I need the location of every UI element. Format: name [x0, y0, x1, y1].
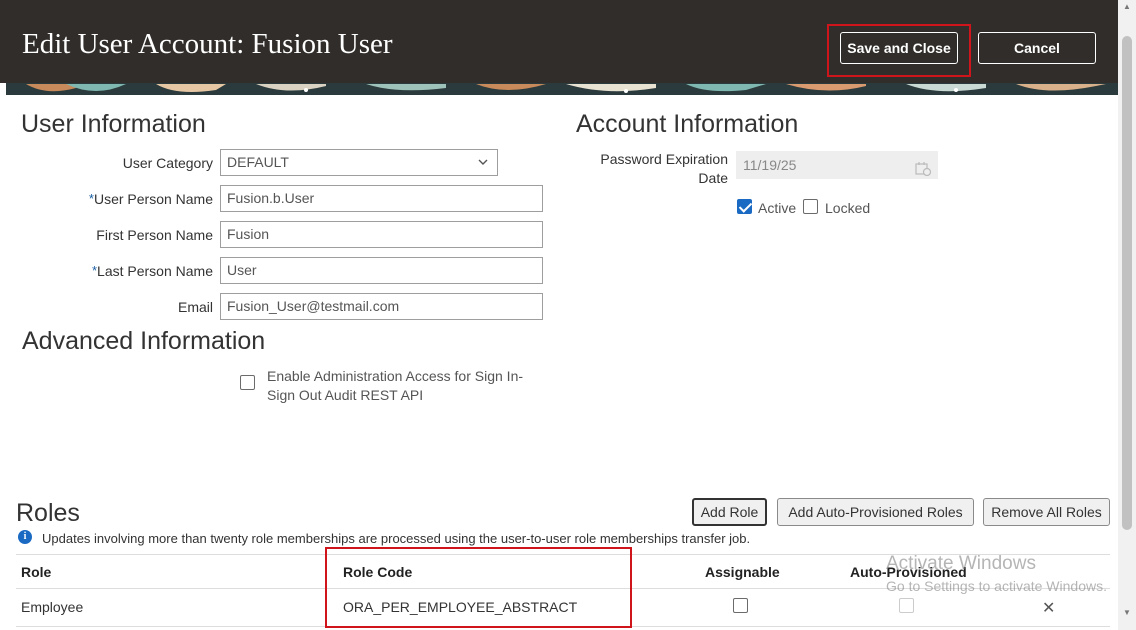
table-bottom-divider	[16, 626, 1110, 627]
scroll-up-arrow[interactable]: ▲	[1122, 2, 1132, 11]
column-header-assignable[interactable]: Assignable	[705, 564, 780, 580]
activate-windows-title: Activate Windows	[886, 553, 1036, 574]
scroll-down-arrow[interactable]: ▼	[1122, 608, 1132, 617]
account-information-heading: Account Information	[576, 110, 799, 138]
calendar-icon	[915, 158, 932, 177]
password-expiration-value: 11/19/25	[743, 157, 797, 173]
password-expiration-date-field: 11/19/25	[736, 151, 938, 179]
user-category-value: DEFAULT	[227, 154, 289, 170]
role-code-cell: ORA_PER_EMPLOYEE_ABSTRACT	[343, 599, 578, 615]
user-person-name-input[interactable]: Fusion.b.User	[220, 185, 543, 212]
email-input[interactable]: Fusion_User@testmail.com	[220, 293, 543, 320]
delete-icon[interactable]: ✕	[1042, 598, 1055, 618]
column-header-role-code[interactable]: Role Code	[343, 564, 412, 580]
add-auto-provisioned-roles-button[interactable]: Add Auto-Provisioned Roles	[777, 498, 974, 526]
roles-heading: Roles	[16, 499, 80, 527]
remove-all-roles-button[interactable]: Remove All Roles	[983, 498, 1110, 526]
last-person-name-label: *Last Person Name	[91, 263, 213, 279]
last-person-name-input[interactable]: User	[220, 257, 543, 284]
activate-windows-subtitle: Go to Settings to activate Windows.	[886, 578, 1107, 594]
advanced-information-heading: Advanced Information	[22, 327, 266, 355]
active-checkbox[interactable]	[737, 199, 752, 214]
scroll-thumb[interactable]	[1122, 36, 1132, 530]
auto-provisioned-checkbox	[899, 598, 914, 613]
user-category-label: User Category	[122, 155, 213, 171]
page-header: Edit User Account: Fusion User Save and …	[0, 0, 1118, 83]
first-person-name-input[interactable]: Fusion	[220, 221, 543, 248]
admin-access-checkbox[interactable]	[240, 375, 255, 390]
page-scrollbar[interactable]: ▲ ▼	[1118, 0, 1136, 630]
info-icon: i	[18, 530, 32, 544]
locked-checkbox[interactable]	[803, 199, 818, 214]
password-expiration-label: Password Expiration Date	[600, 151, 728, 186]
assignable-checkbox[interactable]	[733, 598, 748, 613]
role-cell: Employee	[21, 599, 84, 615]
add-role-button[interactable]: Add Role	[692, 498, 767, 526]
roles-info-message: Updates involving more than twenty role …	[42, 531, 751, 546]
active-label: Active	[758, 200, 797, 216]
admin-access-label: Enable Administration Access for Sign In…	[267, 368, 524, 403]
user-category-select[interactable]: DEFAULT	[220, 149, 498, 176]
save-and-close-button[interactable]: Save and Close	[840, 32, 958, 64]
decorative-banner	[6, 83, 1118, 95]
column-header-role[interactable]: Role	[21, 564, 51, 580]
locked-label: Locked	[825, 200, 871, 216]
page-title: Edit User Account: Fusion User	[22, 28, 393, 60]
email-label: Email	[177, 299, 213, 315]
user-information-heading: User Information	[21, 110, 206, 138]
user-person-name-label: *User Person Name	[88, 191, 213, 207]
cancel-button[interactable]: Cancel	[978, 32, 1096, 64]
chevron-down-icon[interactable]	[477, 150, 489, 184]
first-person-name-label: First Person Name	[96, 227, 213, 243]
